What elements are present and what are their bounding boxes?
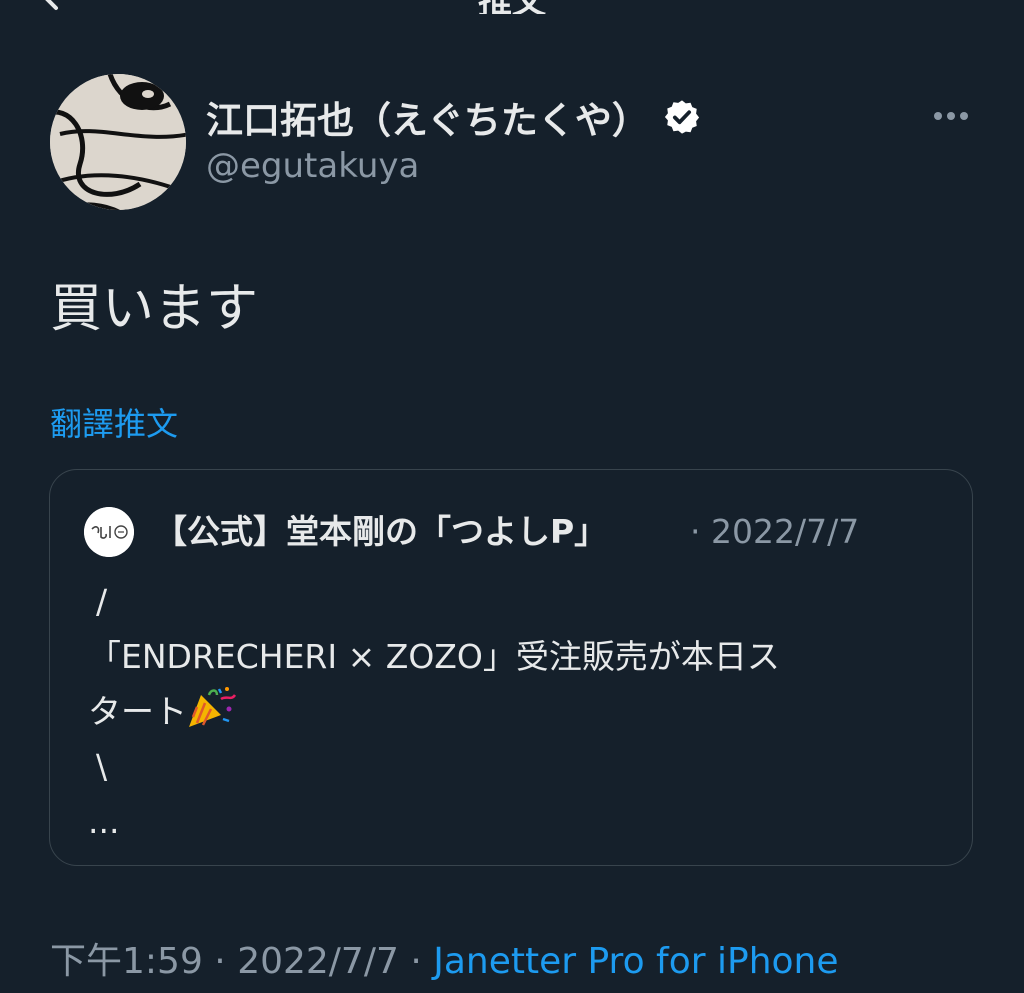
tweet-text: 買います <box>50 279 259 339</box>
more-options-icon[interactable] <box>930 104 972 128</box>
quoted-author-avatar <box>84 507 134 557</box>
meta-separator: · <box>202 941 238 982</box>
translate-tweet-link[interactable]: 翻譯推文 <box>50 399 178 445</box>
quoted-avatar-logo <box>84 507 134 557</box>
author-avatar[interactable] <box>50 74 186 210</box>
tweet-date: 2022/7/7 <box>237 941 399 982</box>
quoted-date: · 2022/7/7 <box>690 512 860 551</box>
page-title: 推文 <box>0 0 1024 14</box>
quoted-text-line: タート <box>88 684 780 739</box>
quoted-text-line: 「ENDRECHERI × ZOZO」受注販売が本日ス <box>88 637 780 676</box>
quoted-tweet-card[interactable]: 【公式】堂本剛の「つよしP」 · 2022/7/7 / 「ENDRECHERI … <box>49 469 973 866</box>
tweet-source-link[interactable]: Janetter Pro for iPhone <box>433 941 838 982</box>
tweet-time: 下午1:59 <box>50 941 203 982</box>
author-display-name[interactable]: 江口拓也（えぐちたくや） <box>206 90 649 144</box>
party-popper-icon <box>189 687 237 727</box>
quoted-author-name: 【公式】堂本剛の「つよしP」 <box>154 512 608 551</box>
author-name-row: 江口拓也（えぐちたくや） <box>206 92 701 142</box>
meta-separator: · <box>398 941 434 982</box>
quoted-text-line: / <box>96 582 108 621</box>
quoted-text-line: \ <box>96 747 108 786</box>
author-handle[interactable]: @egutakuya <box>206 146 419 186</box>
top-bar: 推文 <box>0 0 1024 14</box>
tweet-metadata: 下午1:59 · 2022/7/7 · Janetter Pro for iPh… <box>50 932 839 984</box>
verified-badge-icon <box>664 100 699 134</box>
avatar-drawing <box>50 74 186 210</box>
quoted-text-segment: タート <box>88 692 187 731</box>
quoted-text: / 「ENDRECHERI × ZOZO」受注販売が本日ス タート \ ... <box>88 574 780 849</box>
quoted-text-line: ... <box>88 802 120 841</box>
